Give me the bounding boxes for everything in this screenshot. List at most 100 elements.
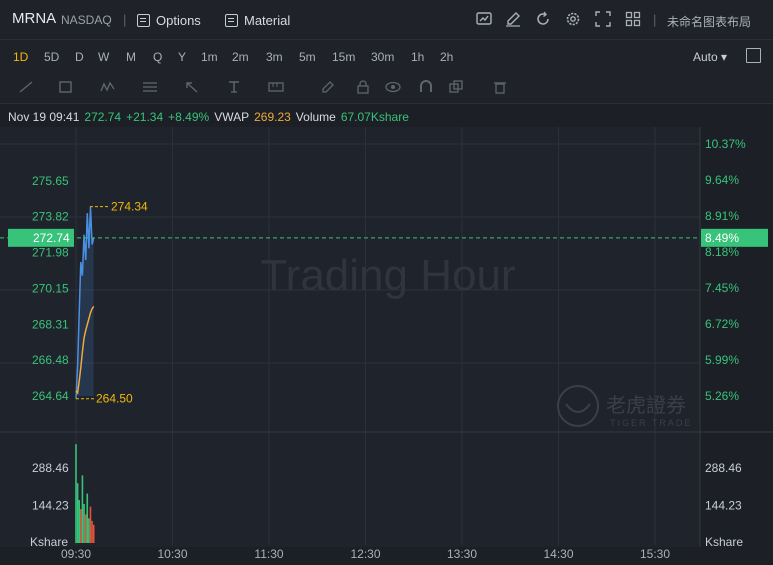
- eye-icon[interactable]: [385, 80, 401, 94]
- options-icon: [137, 13, 150, 27]
- quote-price: 272.74: [84, 110, 122, 124]
- timeframe-15m[interactable]: 15m: [332, 50, 355, 64]
- current-pct-label: 8.49%: [705, 231, 739, 245]
- quote-datetime: Nov 19 09:41: [8, 110, 80, 124]
- volume-bar: [81, 475, 84, 543]
- x-tick-label: 13:30: [447, 547, 477, 561]
- x-tick-label: 12:30: [350, 547, 380, 561]
- brand-name-cn: 老虎證券: [606, 394, 686, 417]
- options-label: Options: [156, 12, 201, 28]
- x-tick-label: 11:30: [254, 547, 283, 561]
- pct-axis-label: 7.45%: [705, 281, 739, 295]
- price-axis-label: 266.48: [32, 353, 69, 367]
- timeframe-d[interactable]: D: [75, 50, 84, 64]
- volume-bar: [76, 483, 79, 543]
- divider: |: [123, 12, 127, 27]
- expand-icon[interactable]: [746, 48, 761, 63]
- timeframe-1d[interactable]: 1D: [13, 50, 28, 64]
- price-axis-label: 275.65: [32, 174, 69, 188]
- trash-icon[interactable]: [492, 80, 508, 94]
- material-icon: [225, 13, 238, 27]
- refresh-icon[interactable]: [535, 11, 551, 27]
- fib-tool-icon[interactable]: [142, 80, 158, 94]
- top-toolbar: [0, 0, 773, 40]
- pct-axis-label: 5.99%: [705, 353, 739, 367]
- layout-grid-icon[interactable]: [625, 11, 641, 27]
- timeframe-2m[interactable]: 2m: [232, 50, 249, 64]
- price-axis-label: 264.64: [32, 389, 69, 403]
- timeframe-m[interactable]: M: [126, 50, 136, 64]
- pct-axis-label: 5.26%: [705, 389, 739, 403]
- draw-icon[interactable]: [505, 11, 521, 27]
- volume-unit-label: Kshare: [705, 535, 743, 549]
- volume-axis-label: 144.23: [705, 499, 742, 513]
- volume-axis-label: 288.46: [705, 461, 742, 475]
- quote-change-pct: +8.49%: [168, 110, 210, 124]
- pencil-icon[interactable]: [320, 80, 336, 94]
- timeframe-1m[interactable]: 1m: [201, 50, 218, 64]
- brand-name-en: TIGER TRADE: [610, 418, 692, 428]
- material-label: Material: [244, 12, 291, 28]
- volume-bar: [89, 506, 92, 543]
- high-marker-label: 274.34: [111, 200, 148, 214]
- arrow-tool-icon[interactable]: [184, 80, 200, 94]
- rectangle-tool-icon[interactable]: [58, 80, 74, 94]
- volume-value: 67.07Kshare: [340, 110, 409, 124]
- timeframe-30m[interactable]: 30m: [371, 50, 394, 64]
- timeframe-2h[interactable]: 2h: [440, 50, 453, 64]
- timeframe-1h[interactable]: 1h: [411, 50, 424, 64]
- trendline-tool-icon[interactable]: [18, 80, 34, 94]
- vwap-label: VWAP: [214, 110, 250, 124]
- volume-bar: [86, 493, 89, 543]
- text-tool-icon[interactable]: [226, 80, 242, 94]
- pct-axis-label: 6.72%: [705, 317, 739, 331]
- pct-axis-label: 9.64%: [705, 173, 739, 187]
- timeframe-y[interactable]: Y: [178, 50, 186, 64]
- timeframe-5d[interactable]: 5D: [44, 50, 59, 64]
- quote-info-line: Nov 19 09:41 272.74 +21.34 +8.49% VWAP 2…: [8, 110, 409, 124]
- volume-bar: [75, 444, 77, 543]
- ticker-symbol[interactable]: MRNA: [12, 10, 56, 27]
- current-price-label: 272.74: [33, 231, 70, 245]
- x-tick-label: 10:30: [157, 547, 187, 561]
- price-axis-label: 270.15: [32, 281, 69, 295]
- timeframe-w[interactable]: W: [98, 50, 109, 64]
- x-tick-label: 09:30: [61, 547, 91, 561]
- material-button[interactable]: Material: [225, 9, 290, 31]
- price-axis-label: 273.82: [32, 210, 69, 224]
- timeframe-5m[interactable]: 5m: [299, 50, 316, 64]
- volume-label: Volume: [295, 110, 336, 124]
- watermark-text: Trading Hour: [260, 251, 515, 300]
- volume-bar: [80, 509, 82, 543]
- divider: |: [653, 12, 657, 27]
- pattern-tool-icon[interactable]: [100, 80, 116, 94]
- options-button[interactable]: Options: [137, 9, 201, 31]
- clone-icon[interactable]: [448, 80, 464, 94]
- settings-gear-icon[interactable]: [565, 11, 581, 27]
- volume-bar: [83, 503, 85, 543]
- exchange-label: NASDAQ: [61, 13, 112, 27]
- x-tick-label: 15:30: [640, 547, 670, 561]
- price-chart[interactable]: Trading Hour 老虎證券 TIGER TRADE 274.34 264.…: [0, 127, 773, 565]
- volume-bar: [91, 520, 93, 543]
- timeframe-q[interactable]: Q: [153, 50, 162, 64]
- x-tick-label: 14:30: [543, 547, 573, 561]
- magnet-icon[interactable]: [418, 80, 434, 94]
- lock-icon[interactable]: [355, 80, 371, 94]
- volume-axis-label: 288.46: [32, 461, 69, 475]
- pct-axis-label: 8.91%: [705, 209, 739, 223]
- pct-axis-label: 10.37%: [705, 137, 746, 151]
- scale-mode-dropdown[interactable]: Auto ▾: [693, 50, 727, 64]
- layout-name-button[interactable]: 未命名图表布局: [667, 13, 751, 30]
- volume-bar: [92, 524, 95, 543]
- volume-bar: [78, 500, 81, 543]
- timeframe-3m[interactable]: 3m: [266, 50, 283, 64]
- volume-unit-label: Kshare: [30, 535, 68, 549]
- chart-type-icon[interactable]: [476, 11, 492, 27]
- fullscreen-icon[interactable]: [595, 11, 611, 27]
- measure-tool-icon[interactable]: [268, 80, 284, 94]
- volume-bar: [88, 518, 90, 543]
- pct-axis-label: 8.18%: [705, 245, 739, 259]
- price-axis-label: 271.98: [32, 246, 69, 260]
- volume-bar: [84, 514, 87, 543]
